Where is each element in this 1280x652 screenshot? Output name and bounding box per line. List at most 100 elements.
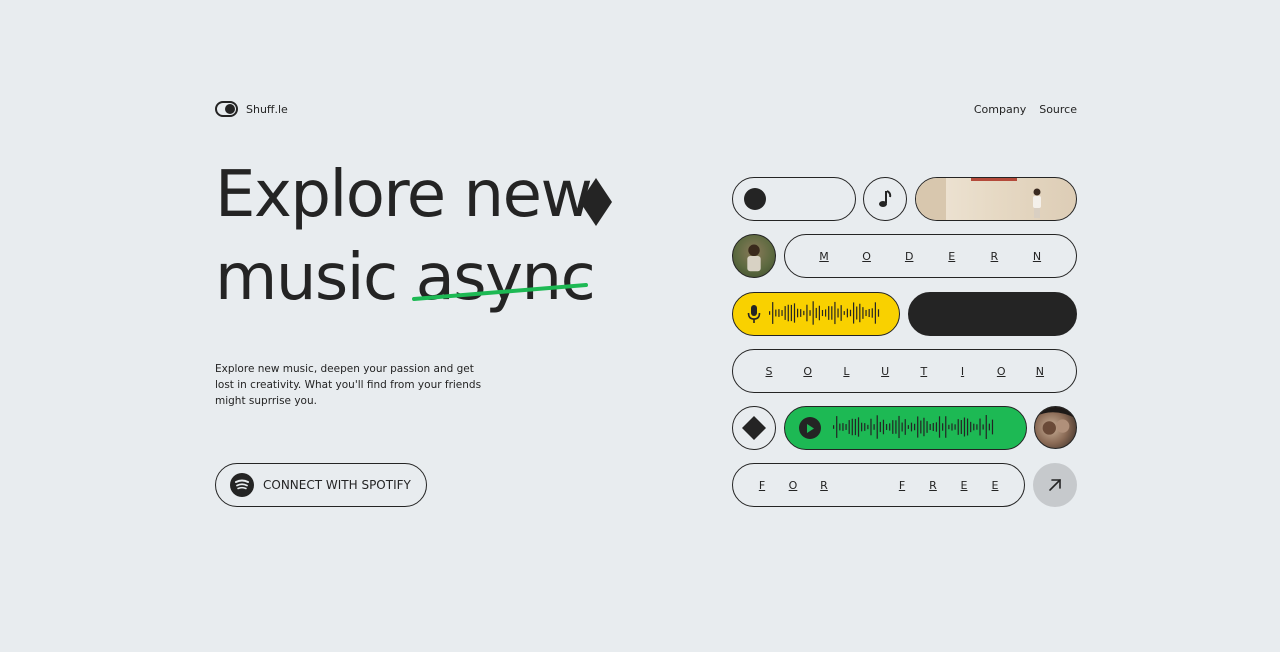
photo-tile-person-dancing[interactable] bbox=[915, 177, 1077, 221]
waveform-bar bbox=[842, 423, 844, 431]
diamond-tile[interactable] bbox=[732, 406, 776, 450]
hero-description: Explore new music, deepen your passion a… bbox=[215, 363, 482, 407]
waveform-bar bbox=[988, 423, 990, 431]
voice-message-tile[interactable] bbox=[732, 292, 900, 336]
waveform-bar bbox=[870, 418, 872, 436]
waveform-bar bbox=[854, 418, 857, 436]
waveform-bar bbox=[945, 416, 947, 438]
waveform-bar bbox=[831, 306, 833, 320]
green-strike-line bbox=[411, 283, 588, 301]
waveform-bar bbox=[859, 303, 861, 323]
waveform-bar bbox=[815, 307, 817, 319]
waveform-bar bbox=[926, 421, 928, 433]
hero-title-line-2: music async bbox=[215, 246, 596, 310]
waveform-bar bbox=[787, 304, 789, 322]
solution-tile[interactable]: S O L U T I O N bbox=[732, 349, 1077, 393]
for-free-tile[interactable]: F O R F R E E bbox=[732, 463, 1025, 507]
waveform-bar bbox=[828, 306, 830, 320]
diamond-icon bbox=[580, 178, 612, 226]
waveform-bar bbox=[885, 423, 888, 431]
waveform-bar bbox=[923, 417, 925, 437]
waveform-bar bbox=[871, 308, 873, 318]
letter: R bbox=[820, 478, 828, 492]
waveform-bar bbox=[856, 306, 858, 320]
waveform-bar bbox=[929, 423, 931, 431]
waveform-bar bbox=[853, 302, 855, 324]
waveform-bar bbox=[898, 415, 900, 439]
waveform-bar bbox=[963, 417, 966, 437]
waveform-bar bbox=[960, 420, 962, 434]
waveform-bar bbox=[769, 311, 771, 315]
waveform-bar bbox=[778, 309, 780, 317]
toggle-tile[interactable] bbox=[732, 177, 856, 221]
toggle-icon bbox=[215, 101, 238, 117]
waveform-bar bbox=[873, 424, 875, 430]
person-figure bbox=[1033, 188, 1041, 218]
waveform-bar bbox=[991, 419, 994, 435]
arrow-button[interactable] bbox=[1033, 463, 1077, 507]
waveform-bar bbox=[781, 310, 783, 316]
waveform-bar bbox=[836, 416, 838, 438]
avatar-photo-1[interactable] bbox=[732, 234, 776, 278]
nav-source-link[interactable]: Source bbox=[1039, 103, 1077, 116]
music-note-tile[interactable] bbox=[863, 177, 907, 221]
letter: F bbox=[898, 478, 906, 492]
waveform-bar bbox=[857, 417, 860, 437]
waveform-bar bbox=[907, 425, 909, 429]
spotify-icon bbox=[230, 473, 254, 497]
waveform-bar bbox=[954, 424, 956, 430]
avatar-photo-2[interactable] bbox=[1034, 406, 1077, 449]
waveform-bar bbox=[932, 422, 934, 432]
letter: O bbox=[996, 364, 1006, 378]
play-button[interactable] bbox=[799, 417, 821, 439]
waveform-bar bbox=[882, 419, 885, 435]
waveform-bar bbox=[973, 423, 975, 431]
nav-company-link[interactable]: Company bbox=[974, 103, 1026, 116]
waveform-bar bbox=[784, 306, 786, 320]
waveform-bar bbox=[938, 416, 941, 438]
letter: L bbox=[843, 364, 850, 378]
waveform-bar bbox=[951, 423, 953, 431]
waveform-bar bbox=[837, 308, 839, 318]
top-nav: Company Source bbox=[974, 103, 1077, 116]
solution-letters: S O L U T I O N bbox=[763, 350, 1046, 392]
logo[interactable]: Shuff.le bbox=[215, 101, 288, 117]
waveform-bar bbox=[818, 305, 820, 321]
hero-word-music: music bbox=[215, 241, 398, 315]
avatar-figure bbox=[747, 244, 761, 272]
waveform-bar bbox=[868, 308, 870, 318]
waveform-yellow bbox=[769, 301, 880, 325]
audio-player-tile[interactable] bbox=[784, 406, 1027, 450]
waveform-bar bbox=[901, 422, 903, 432]
waveform-bar bbox=[793, 303, 796, 323]
letter: E bbox=[960, 478, 968, 492]
waveform-bar bbox=[874, 302, 876, 324]
waveform-bar bbox=[821, 309, 824, 317]
connect-spotify-button[interactable]: CONNECT WITH SPOTIFY bbox=[215, 463, 427, 507]
letter: E bbox=[948, 249, 956, 263]
photo-stripe bbox=[971, 178, 1017, 181]
avatar-figure bbox=[1035, 407, 1076, 435]
waveform-bar bbox=[806, 304, 808, 322]
modern-letters: M O D E R N bbox=[818, 235, 1043, 277]
waveform-green bbox=[833, 415, 994, 439]
waveform-bar bbox=[976, 424, 978, 430]
letter: R bbox=[929, 478, 937, 492]
modern-tile[interactable]: M O D E R N bbox=[784, 234, 1077, 278]
hero-word-async: async bbox=[415, 241, 596, 315]
dark-tile[interactable] bbox=[908, 292, 1077, 336]
waveform-bar bbox=[892, 420, 894, 434]
waveform-bar bbox=[864, 423, 866, 431]
waveform-bar bbox=[849, 309, 852, 317]
waveform-bar bbox=[845, 424, 847, 430]
music-note-icon bbox=[879, 190, 892, 207]
waveform-bar bbox=[904, 419, 906, 435]
letter: O bbox=[788, 478, 798, 492]
waveform-bar bbox=[867, 424, 869, 430]
letter: E bbox=[991, 478, 999, 492]
letter: O bbox=[803, 364, 813, 378]
waveform-bar bbox=[848, 420, 850, 434]
waveform-bar bbox=[812, 301, 814, 325]
waveform-bar bbox=[966, 418, 969, 436]
play-icon bbox=[807, 423, 814, 433]
